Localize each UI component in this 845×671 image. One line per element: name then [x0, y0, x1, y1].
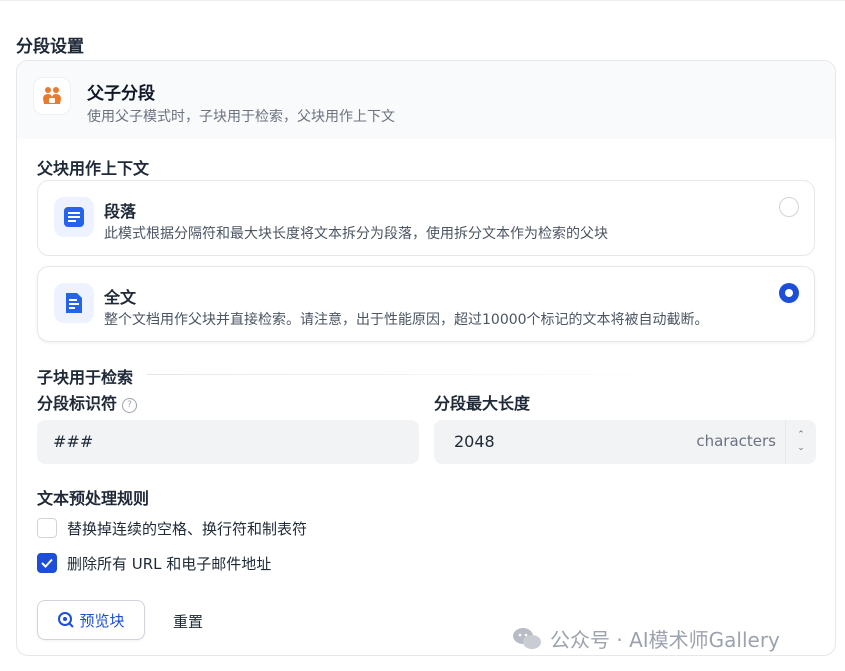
- check-icon: [41, 558, 53, 568]
- option-full-text-description: 整个文档用作父块并直接检索。请注意，出于性能原因，超过10000个标记的文本将被…: [104, 312, 709, 328]
- parent-context-heading: 父块用作上下文: [37, 159, 150, 178]
- segmentation-card: 父子分段 使用父子模式时，子块用于检索，父块用作上下文 父块用作上下文 段落 此…: [16, 60, 836, 656]
- paragraph-icon: [54, 197, 94, 237]
- chevron-down-icon[interactable]: ⌄: [797, 444, 805, 453]
- option-full-text-title: 全文: [104, 288, 137, 307]
- full-text-radio[interactable]: [779, 283, 799, 303]
- option-paragraph-title: 段落: [104, 202, 137, 221]
- preview-button-label: 预览块: [79, 611, 125, 630]
- child-heading-divider: [147, 374, 687, 375]
- separator-input[interactable]: ###: [37, 420, 419, 464]
- max-length-unit: characters: [696, 432, 776, 450]
- watermark: 公众号 · AI模术师Gallery: [512, 624, 780, 653]
- mode-title: 父子分段: [87, 84, 155, 104]
- preview-button[interactable]: 预览块: [37, 600, 145, 640]
- full-text-icon: [54, 283, 94, 323]
- child-retrieval-heading: 子块用于检索: [37, 368, 134, 387]
- option-full-text[interactable]: 全文 整个文档用作父块并直接检索。请注意，出于性能原因，超过10000个标记的文…: [37, 266, 815, 342]
- separator-label: 分段标识符: [37, 394, 118, 413]
- reset-button[interactable]: 重置: [173, 611, 203, 632]
- preview-icon: [58, 612, 75, 628]
- rule-whitespace[interactable]: 替换掉连续的空格、换行符和制表符: [37, 518, 307, 538]
- rule-remove-urls[interactable]: 删除所有 URL 和电子邮件地址: [37, 553, 271, 573]
- option-paragraph[interactable]: 段落 此模式根据分隔符和最大块长度将文本拆分为段落，使用拆分文本作为检索的父块: [37, 180, 815, 256]
- max-length-label: 分段最大长度: [434, 394, 531, 413]
- separator-label-wrap: 分段标识符?: [37, 390, 138, 414]
- urls-checkbox[interactable]: [37, 553, 57, 573]
- watermark-text: 公众号 · AI模术师Gallery: [550, 628, 780, 652]
- max-length-value: 2048: [454, 432, 495, 451]
- separator-value: ###: [53, 432, 94, 451]
- help-icon[interactable]: ?: [122, 398, 138, 413]
- rule-whitespace-label: 替换掉连续的空格、换行符和制表符: [67, 519, 308, 538]
- whitespace-checkbox[interactable]: [37, 518, 57, 538]
- wechat-icon: [513, 627, 541, 649]
- length-stepper[interactable]: ⌃ ⌄: [785, 420, 816, 464]
- chevron-up-icon[interactable]: ⌃: [797, 431, 805, 440]
- top-divider: [0, 0, 845, 1]
- preprocess-heading: 文本预处理规则: [37, 489, 150, 508]
- mode-header: 父子分段 使用父子模式时，子块用于检索，父块用作上下文: [17, 61, 835, 139]
- rule-remove-urls-label: 删除所有 URL 和电子邮件地址: [67, 554, 272, 573]
- section-title: 分段设置: [16, 37, 84, 57]
- paragraph-radio[interactable]: [779, 197, 799, 217]
- option-paragraph-description: 此模式根据分隔符和最大块长度将文本拆分为段落，使用拆分文本作为检索的父块: [104, 226, 608, 242]
- max-length-input[interactable]: 2048 characters ⌃ ⌄: [434, 420, 816, 464]
- mode-description: 使用父子模式时，子块用于检索，父块用作上下文: [87, 109, 395, 125]
- parent-child-icon: [33, 77, 71, 115]
